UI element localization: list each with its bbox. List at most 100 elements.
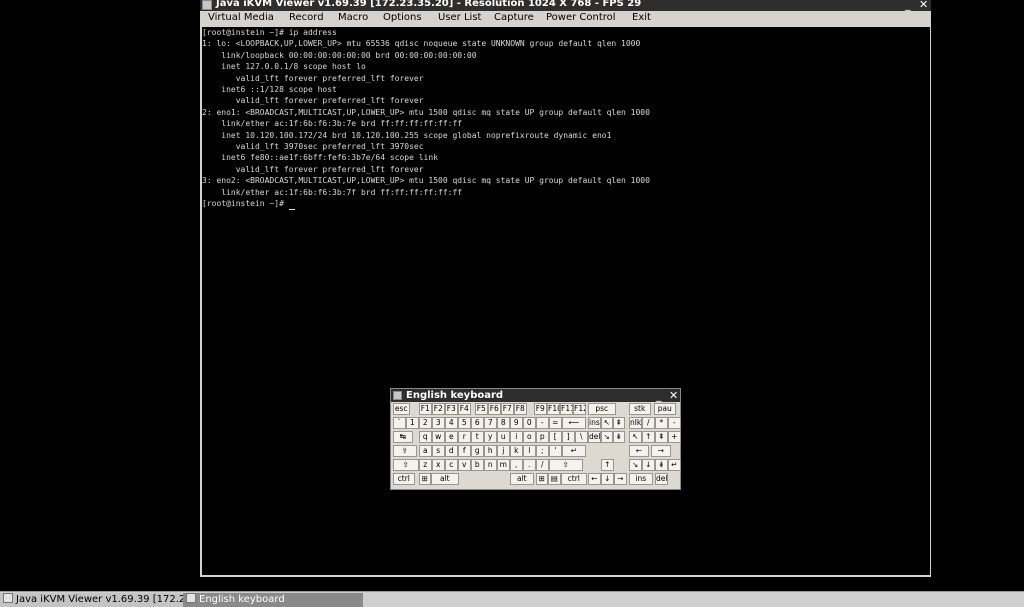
- key-r[interactable]: r: [458, 431, 471, 443]
- key-y[interactable]: y: [484, 431, 497, 443]
- minimize-button[interactable]: _: [905, 0, 911, 10]
- key-x[interactable]: x: [432, 459, 445, 471]
- key-symbol[interactable]: ↖: [629, 431, 642, 443]
- key-symbol[interactable]: ;: [536, 445, 549, 457]
- key-s[interactable]: s: [432, 445, 445, 457]
- key-f11[interactable]: F11: [560, 403, 573, 415]
- key-symbol[interactable]: ↵: [562, 445, 586, 457]
- key-i[interactable]: i: [510, 431, 523, 443]
- key-symbol[interactable]: →: [614, 473, 627, 485]
- keyboard-title-bar[interactable]: English keyboard _ ✕: [391, 389, 680, 402]
- key-symbol[interactable]: /: [642, 417, 655, 429]
- key-9[interactable]: 9: [510, 417, 523, 429]
- key-symbol[interactable]: \: [575, 431, 588, 443]
- keyboard-minimize-button[interactable]: _: [656, 389, 662, 402]
- key-ins[interactable]: ins: [588, 417, 601, 429]
- key-u[interactable]: u: [497, 431, 510, 443]
- key-e[interactable]: e: [445, 431, 458, 443]
- key-f5[interactable]: F5: [475, 403, 488, 415]
- key-j[interactable]: j: [497, 445, 510, 457]
- key-symbol[interactable]: `: [393, 417, 406, 429]
- key-f4[interactable]: F4: [458, 403, 471, 415]
- key-k[interactable]: k: [510, 445, 523, 457]
- key-symbol[interactable]: ↑: [601, 459, 614, 471]
- key-b[interactable]: b: [471, 459, 484, 471]
- key-pau[interactable]: pau: [654, 403, 676, 415]
- key-a[interactable]: a: [419, 445, 432, 457]
- key-symbol[interactable]: ↓: [642, 459, 655, 471]
- key-del[interactable]: del: [588, 431, 601, 443]
- key-4[interactable]: 4: [445, 417, 458, 429]
- taskbar-item-keyboard[interactable]: English keyboard: [183, 593, 363, 607]
- key-d[interactable]: d: [445, 445, 458, 457]
- key-ctrl[interactable]: ctrl: [393, 473, 415, 485]
- key-l[interactable]: l: [523, 445, 536, 457]
- menu-user-list[interactable]: User List: [438, 11, 481, 25]
- key-symbol[interactable]: ↑: [642, 431, 655, 443]
- key-z[interactable]: z: [419, 459, 432, 471]
- key-m[interactable]: m: [497, 459, 510, 471]
- key-h[interactable]: h: [484, 445, 497, 457]
- key-symbol[interactable]: ⇪: [393, 445, 417, 457]
- menu-record[interactable]: Record: [289, 11, 324, 25]
- menu-capture[interactable]: Capture: [494, 11, 534, 25]
- key-symbol[interactable]: ,: [510, 459, 523, 471]
- key-t[interactable]: t: [471, 431, 484, 443]
- key-f6[interactable]: F6: [488, 403, 501, 415]
- key-f9[interactable]: F9: [534, 403, 547, 415]
- key-symbol[interactable]: ↓: [601, 473, 614, 485]
- key-esc[interactable]: esc: [393, 403, 410, 415]
- key-symbol[interactable]: ↘: [601, 431, 613, 443]
- key-symbol[interactable]: ⊞: [536, 473, 548, 485]
- key-symbol[interactable]: ⇞: [613, 417, 625, 429]
- key-symbol[interactable]: *: [655, 417, 668, 429]
- key-g[interactable]: g: [471, 445, 484, 457]
- menu-exit[interactable]: Exit: [632, 11, 651, 25]
- key-nlk[interactable]: nlk: [629, 417, 642, 429]
- key-del[interactable]: del: [655, 473, 668, 485]
- key-1[interactable]: 1: [406, 417, 419, 429]
- key-p[interactable]: p: [536, 431, 549, 443]
- key-stk[interactable]: stk: [629, 403, 651, 415]
- key-f1[interactable]: F1: [419, 403, 432, 415]
- key-symbol[interactable]: ⊞: [419, 473, 431, 485]
- close-button[interactable]: ✕: [919, 0, 928, 10]
- key-f8[interactable]: F8: [514, 403, 527, 415]
- key-o[interactable]: o: [523, 431, 536, 443]
- key-symbol[interactable]: [: [549, 431, 562, 443]
- key-0[interactable]: 0: [523, 417, 536, 429]
- key-symbol[interactable]: ←: [629, 445, 649, 457]
- key-symbol[interactable]: ↘: [629, 459, 642, 471]
- remote-console-screen[interactable]: [root@instein ~]# ip address 1: lo: <LOO…: [202, 27, 930, 575]
- key-f2[interactable]: F2: [432, 403, 445, 415]
- keyboard-close-button[interactable]: ✕: [669, 389, 678, 402]
- key-psc[interactable]: psc: [588, 403, 616, 415]
- key-f7[interactable]: F7: [501, 403, 514, 415]
- kvm-title-bar[interactable]: Java iKVM Viewer v1.69.39 [172.23.35.20]…: [200, 0, 931, 11]
- menu-power-control[interactable]: Power Control: [546, 11, 616, 25]
- key-f3[interactable]: F3: [445, 403, 458, 415]
- key-f[interactable]: f: [458, 445, 471, 457]
- menu-macro[interactable]: Macro: [338, 11, 368, 25]
- key-symbol[interactable]: ↹: [393, 431, 413, 443]
- key-symbol[interactable]: ⇧: [549, 459, 583, 471]
- key-2[interactable]: 2: [419, 417, 432, 429]
- key-symbol[interactable]: ▤: [548, 473, 561, 485]
- key-alt[interactable]: alt: [510, 473, 534, 485]
- key-ctrl[interactable]: ctrl: [561, 473, 587, 485]
- key-symbol[interactable]: -: [536, 417, 549, 429]
- key-symbol[interactable]: ⇧: [393, 459, 419, 471]
- key-5[interactable]: 5: [458, 417, 471, 429]
- key-symbol[interactable]: -: [668, 417, 681, 429]
- key-symbol[interactable]: ': [549, 445, 562, 457]
- key-ins[interactable]: ins: [629, 473, 653, 485]
- key-symbol[interactable]: ⇟: [613, 431, 625, 443]
- key-3[interactable]: 3: [432, 417, 445, 429]
- key-q[interactable]: q: [419, 431, 432, 443]
- key-8[interactable]: 8: [497, 417, 510, 429]
- key-symbol[interactable]: =: [549, 417, 562, 429]
- key-n[interactable]: n: [484, 459, 497, 471]
- key-6[interactable]: 6: [471, 417, 484, 429]
- key-f12[interactable]: F12: [573, 403, 586, 415]
- key-symbol[interactable]: ⟵: [562, 417, 586, 429]
